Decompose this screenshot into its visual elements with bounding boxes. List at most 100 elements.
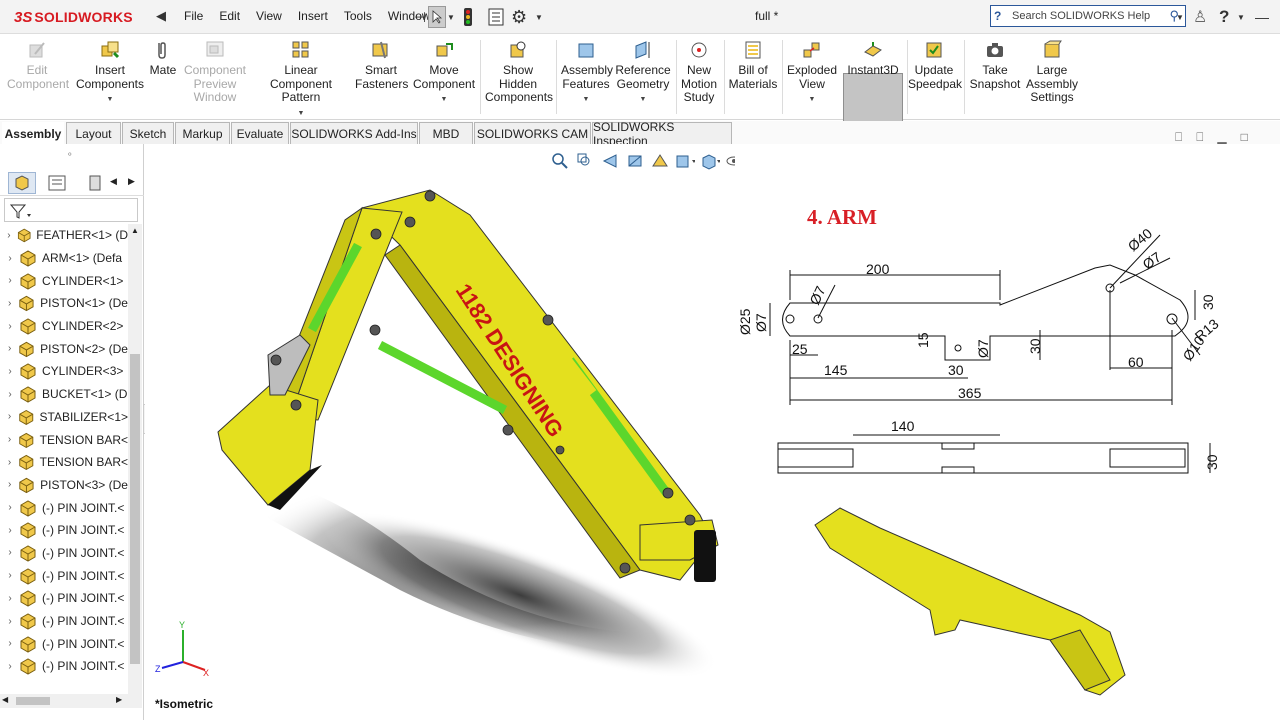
select-icon[interactable] xyxy=(428,6,446,28)
hscroll-thumb[interactable] xyxy=(16,697,50,705)
large-assembly-button[interactable]: Large Assembly Settings xyxy=(1026,40,1078,105)
assembly-features-button[interactable]: Assembly Features ▼ xyxy=(560,40,613,107)
user-icon[interactable]: ♙ xyxy=(1193,6,1207,28)
feature-manager-tab[interactable] xyxy=(8,172,36,194)
tree-item[interactable]: › FEATHER<1> (D xyxy=(0,224,128,247)
scroll-thumb[interactable] xyxy=(130,354,140,664)
viewport-maximize-icon[interactable]: □ xyxy=(1241,130,1248,145)
tab-assembly[interactable]: Assembly xyxy=(2,122,64,144)
tab-addins[interactable]: SOLIDWORKS Add-Ins xyxy=(290,122,418,144)
expand-arrow-icon[interactable]: › xyxy=(3,593,17,604)
tree-item[interactable]: › (-) PIN JOINT.< xyxy=(0,632,128,655)
expand-arrow-icon[interactable]: › xyxy=(3,298,16,309)
menu-collapse-icon[interactable]: ◀ xyxy=(156,8,166,24)
previous-view-icon[interactable] xyxy=(600,151,620,171)
expand-arrow-icon[interactable]: › xyxy=(3,343,16,354)
linear-pattern-dropdown-icon[interactable]: ▼ xyxy=(298,107,305,121)
tab-evaluate[interactable]: Evaluate xyxy=(231,122,289,144)
search-help[interactable]: ? Search SOLIDWORKS Help ⚲ xyxy=(990,5,1186,27)
tree-item[interactable]: › PISTON<3> (De xyxy=(0,474,128,497)
display-style-icon[interactable] xyxy=(700,151,720,171)
exploded-view-dropdown-icon[interactable]: ▼ xyxy=(809,93,816,107)
tree-item[interactable]: › CYLINDER<2> xyxy=(0,315,128,338)
tree-item[interactable]: › TENSION BAR< xyxy=(0,451,128,474)
instant3d-button[interactable]: Instant3D xyxy=(843,40,903,78)
insert-components-button[interactable]: Insert Components ▼ xyxy=(74,40,146,107)
tree-item[interactable]: › TENSION BAR< xyxy=(0,428,128,451)
expand-arrow-icon[interactable]: › xyxy=(3,638,17,649)
tree-item[interactable]: › CYLINDER<3> xyxy=(0,360,128,383)
menu-tools[interactable]: Tools xyxy=(336,9,380,23)
search-input[interactable]: Search SOLIDWORKS Help xyxy=(1012,10,1169,22)
exploded-view-button[interactable]: Exploded View ▼ xyxy=(784,40,840,107)
minimize-icon[interactable]: — xyxy=(1255,6,1269,28)
move-component-button[interactable]: Move Component ▼ xyxy=(412,40,476,107)
tree-item[interactable]: › (-) PIN JOINT.< xyxy=(0,519,128,542)
mate-button[interactable]: Mate xyxy=(148,40,178,78)
tree-item[interactable]: › PISTON<2> (De xyxy=(0,337,128,360)
tab-scroll-right-icon[interactable]: ▶ xyxy=(128,176,135,187)
tree-item[interactable]: › CYLINDER<1> xyxy=(0,269,128,292)
reference-geometry-button[interactable]: Reference Geometry ▼ xyxy=(614,40,672,107)
menu-file[interactable]: File xyxy=(176,9,211,23)
tree-filter[interactable] xyxy=(4,198,138,222)
panel-grip-icon[interactable]: ⚬ xyxy=(66,149,74,160)
zoom-to-fit-icon[interactable] xyxy=(550,151,570,171)
view-orientation-icon[interactable] xyxy=(675,151,695,171)
bill-of-materials-button[interactable]: Bill of Materials xyxy=(726,40,780,91)
insert-components-dropdown-icon[interactable]: ▼ xyxy=(107,93,114,107)
tree-item[interactable]: › BUCKET<1> (D xyxy=(0,383,128,406)
move-component-dropdown-icon[interactable]: ▼ xyxy=(441,93,448,107)
zoom-to-area-icon[interactable] xyxy=(575,151,595,171)
menu-edit[interactable]: Edit xyxy=(211,9,248,23)
options-dropdown-icon[interactable]: ▼ xyxy=(535,6,543,28)
tree-item[interactable]: › STABILIZER<1> xyxy=(0,406,128,429)
options-gear-icon[interactable]: ⚙ xyxy=(511,6,527,28)
expand-arrow-icon[interactable]: › xyxy=(3,389,17,400)
assembly-features-dropdown-icon[interactable]: ▼ xyxy=(583,93,590,107)
tab-layout[interactable]: Layout xyxy=(66,122,121,144)
viewport-minimize-icon[interactable]: ▁ xyxy=(1217,130,1226,145)
graphics-area[interactable]: 1182 DESIGNING Y X Z xyxy=(145,144,735,720)
expand-arrow-icon[interactable]: › xyxy=(3,479,16,490)
menu-view[interactable]: View xyxy=(248,9,290,23)
expand-arrow-icon[interactable]: › xyxy=(3,366,17,377)
component-preview-button[interactable]: Component Preview Window xyxy=(182,40,248,105)
scroll-right-icon[interactable]: ▶ xyxy=(116,695,122,704)
scroll-up-icon[interactable]: ▲ xyxy=(131,226,139,235)
tree-vertical-scrollbar[interactable]: ▲ xyxy=(128,224,142,694)
solidworks-logo[interactable]: 3S SOLIDWORKS xyxy=(14,6,133,28)
take-snapshot-button[interactable]: Take Snapshot xyxy=(968,40,1022,91)
expand-arrow-icon[interactable]: › xyxy=(3,275,17,286)
restore-right-icon[interactable]: ⎕ xyxy=(1196,130,1203,145)
tree-item[interactable]: › (-) PIN JOINT.< xyxy=(0,496,128,519)
tab-markup[interactable]: Markup xyxy=(175,122,230,144)
section-view-icon[interactable] xyxy=(625,151,645,171)
file-properties-icon[interactable] xyxy=(487,6,505,28)
linear-pattern-button[interactable]: Linear Component Pattern ▼ xyxy=(252,40,350,120)
search-dropdown-icon[interactable]: ▼ xyxy=(1176,6,1184,28)
expand-arrow-icon[interactable]: › xyxy=(3,434,16,445)
tab-cam[interactable]: SOLIDWORKS CAM xyxy=(474,122,591,144)
expand-arrow-icon[interactable]: › xyxy=(3,502,17,513)
reference-geometry-dropdown-icon[interactable]: ▼ xyxy=(640,93,647,107)
help-icon[interactable]: ? xyxy=(1219,6,1229,28)
pin-menu-icon[interactable]: ⊣ xyxy=(414,6,426,28)
dynamic-annotation-icon[interactable] xyxy=(650,151,670,171)
expand-arrow-icon[interactable]: › xyxy=(3,230,15,241)
help-dropdown-icon[interactable]: ▼ xyxy=(1237,6,1245,28)
tab-mbd[interactable]: MBD xyxy=(419,122,473,144)
expand-arrow-icon[interactable]: › xyxy=(3,547,17,558)
tree-item[interactable]: › (-) PIN JOINT.< xyxy=(0,655,128,678)
tree-item[interactable]: › (-) PIN JOINT.< xyxy=(0,610,128,633)
expand-arrow-icon[interactable]: › xyxy=(3,253,17,264)
show-hidden-button[interactable]: Show Hidden Components xyxy=(484,40,553,105)
expand-arrow-icon[interactable]: › xyxy=(3,457,16,468)
expand-arrow-icon[interactable]: › xyxy=(3,321,17,332)
expand-arrow-icon[interactable]: › xyxy=(3,525,17,536)
expand-arrow-icon[interactable]: › xyxy=(3,616,17,627)
edit-component-button[interactable]: Edit Component xyxy=(6,40,69,91)
tree-item[interactable]: › (-) PIN JOINT.< xyxy=(0,587,128,610)
expand-arrow-icon[interactable]: › xyxy=(3,570,17,581)
menu-insert[interactable]: Insert xyxy=(290,9,336,23)
